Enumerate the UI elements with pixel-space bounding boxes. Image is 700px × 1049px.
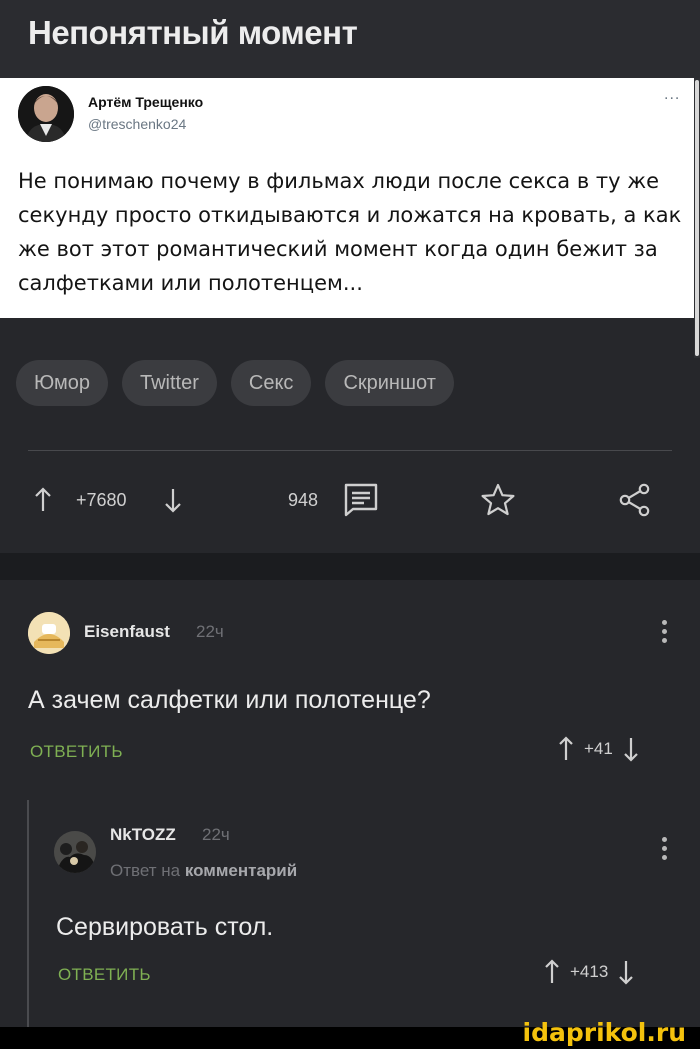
tweet-author-handle: @treschenko24 — [88, 116, 187, 132]
arrow-up-icon — [35, 487, 51, 511]
comment-time: 22ч — [196, 622, 224, 641]
comment-text: А зачем салфетки или полотенце? — [28, 686, 431, 714]
post-actions: +7680 948 — [0, 470, 700, 530]
tweet-text: Не понимаю почему в фильмах люди после с… — [18, 169, 682, 295]
reply-button[interactable]: ОТВЕТИТЬ — [58, 965, 151, 985]
post-rating: +7680 — [76, 489, 127, 510]
comment-author[interactable]: NkTOZZ — [110, 825, 176, 845]
post-tags: Юмор Twitter Секс Скриншот — [16, 360, 454, 406]
avatar[interactable] — [54, 831, 96, 873]
post-downvote-button[interactable] — [164, 470, 182, 530]
post-title[interactable]: Непонятный момент — [28, 14, 358, 52]
tag-humor[interactable]: Юмор — [16, 360, 108, 406]
tag-twitter[interactable]: Twitter — [121, 360, 217, 406]
comment-vote: +41 — [558, 736, 639, 762]
comment-author[interactable]: Eisenfaust — [84, 622, 170, 642]
comment-text: Сервировать стол. — [56, 913, 274, 941]
comment-rating: +41 — [584, 739, 613, 758]
kebab-menu-icon[interactable] — [662, 620, 668, 647]
tag-sex[interactable]: Секс — [230, 360, 312, 406]
post-comments-button[interactable] — [343, 470, 379, 530]
arrow-up-icon[interactable] — [544, 959, 560, 985]
reply-to: Ответ на комментарий — [110, 861, 297, 881]
comment-thread-line[interactable] — [27, 800, 29, 1030]
post-comments-count: 948 — [288, 489, 319, 510]
tweet-author-name: Артём Трещенко — [88, 94, 204, 110]
arrow-down-icon — [165, 489, 181, 513]
reply-to-link[interactable]: комментарий — [185, 861, 297, 880]
arrow-down-icon[interactable] — [618, 959, 634, 985]
share-icon — [619, 483, 650, 517]
post-header: Непонятный момент — [0, 0, 700, 78]
comment-vote: +413 — [544, 959, 634, 985]
image-scrollbar-thumb[interactable] — [695, 80, 699, 356]
reply-button[interactable]: ОТВЕТИТЬ — [30, 742, 123, 762]
arrow-up-icon[interactable] — [558, 736, 574, 762]
tag-screenshot[interactable]: Скриншот — [325, 360, 454, 406]
arrow-down-icon[interactable] — [623, 736, 639, 762]
watermark: idaprikol.ru — [522, 1018, 686, 1047]
post-save-button[interactable] — [480, 470, 516, 530]
kebab-menu-icon[interactable] — [662, 837, 668, 864]
tweet-more-icon: ... — [664, 86, 681, 103]
star-icon — [481, 483, 515, 516]
comment-icon — [344, 483, 378, 517]
post-divider — [28, 450, 672, 451]
tweet-author-avatar — [18, 86, 74, 142]
tweet-screenshot[interactable]: Артём Трещенко @treschenko24 ... Не пони… — [0, 78, 694, 318]
reply-to-prefix: Ответ на — [110, 861, 181, 880]
post-share-button[interactable] — [618, 470, 652, 530]
post-upvote-button[interactable] — [34, 470, 52, 530]
section-separator — [0, 553, 700, 580]
comment-rating: +413 — [570, 962, 609, 981]
comment-time: 22ч — [202, 825, 230, 844]
avatar[interactable] — [28, 612, 70, 654]
